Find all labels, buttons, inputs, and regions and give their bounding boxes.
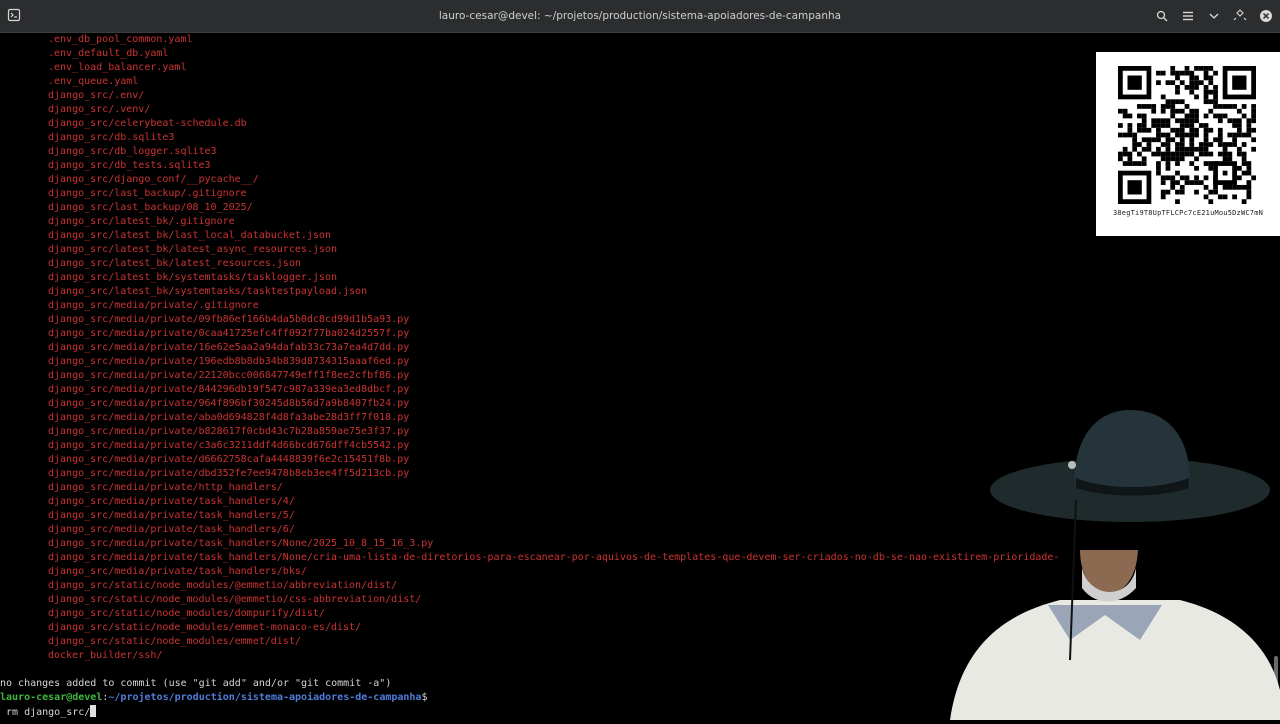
untracked-file-line: django_src/django_conf/__pycache__/ [48,174,259,185]
qr-caption: 38egTi9T8UpTFLCPc7cE21uMou5DzWC7mN [1112,209,1264,217]
qr-code-image [1118,66,1256,204]
close-icon[interactable] [1258,8,1274,24]
untracked-file-line: django_src/.env/ [48,90,145,101]
untracked-file-line: django_src/latest_bk/latest_resources.js… [48,258,301,269]
search-icon[interactable] [1154,8,1170,24]
untracked-file-line: django_src/media/private/22120bcc0068477… [48,370,410,381]
untracked-file-line: django_src/db.sqlite3 [48,132,175,143]
untracked-file-line: .env_queue.yaml [48,76,139,87]
untracked-file-line: django_src/celerybeat-schedule.db [48,118,247,129]
new-tab-icon[interactable] [6,7,22,23]
untracked-file-line: .env_db_pool_common.yaml [48,34,193,45]
untracked-file-line: django_src/.venv/ [48,104,151,115]
untracked-file-line: django_src/db_tests.sqlite3 [48,160,211,171]
untracked-file-line: django_src/db_logger.sqlite3 [48,146,217,157]
untracked-file-line: django_src/media/private/16e62e5aa2a94da… [48,342,410,353]
qr-code-overlay: 38egTi9T8UpTFLCPc7cE21uMou5DzWC7mN [1096,52,1280,236]
prompt-user-host: lauro-cesar@devel [0,692,103,703]
untracked-file-line: .env_load_balancer.yaml [48,62,187,73]
hamburger-menu-icon[interactable] [1180,8,1196,24]
untracked-file-line: django_src/latest_bk/latest_async_resour… [48,244,337,255]
maximize-icon[interactable] [1232,8,1248,24]
prompt-path: ~/projetos/production/sistema-apoiadores… [108,692,422,703]
prompt-symbol: $ [421,692,428,703]
untracked-file-line: django_src/media/private/09fb86ef166b4da… [48,314,410,325]
untracked-file-line: django_src/media/private/844296db19f547c… [48,384,410,395]
untracked-file-line: django_src/last_backup/.gitignore [48,188,247,199]
untracked-file-line: django_src/media/private/.gitignore [48,300,259,311]
window-title: lauro-cesar@devel: ~/projetos/production… [438,10,842,22]
untracked-file-line: django_src/latest_bk/systemtasks/tasktes… [48,286,368,297]
untracked-file-line: django_src/latest_bk/.gitignore [48,216,235,227]
current-command[interactable]: rm django_src/ [0,707,90,718]
untracked-file-line: django_src/latest_bk/last_local_databuck… [48,230,331,241]
text-cursor [90,705,97,717]
untracked-file-line: .env_default_db.yaml [48,48,169,59]
title-bar: lauro-cesar@devel: ~/projetos/production… [0,0,1280,33]
untracked-file-line: django_src/latest_bk/systemtasks/tasklog… [48,272,337,283]
chevron-down-icon[interactable] [1206,8,1222,24]
webcam-overlay [930,400,1280,720]
untracked-file-line: django_src/media/private/196edb8b8db34b8… [48,356,410,367]
untracked-file-line: django_src/last_backup/08_10_2025/ [48,202,253,213]
untracked-file-line: django_src/media/private/0caa41725efc4ff… [48,328,410,339]
